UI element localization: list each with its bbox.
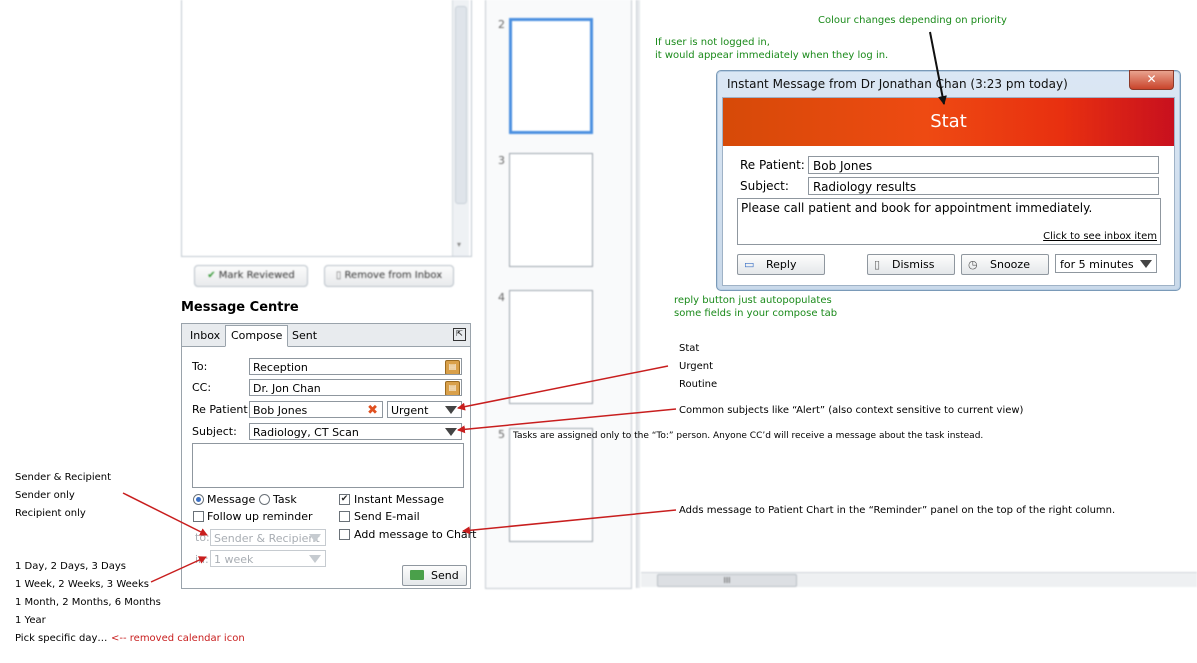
duration-option: 1 Week, 2 Weeks, 3 Weeks <box>15 579 149 590</box>
reply-note-1: reply button just autopopulates <box>674 295 832 306</box>
colour-note: Colour changes depending on priority <box>818 15 1007 26</box>
priority-option: Stat <box>679 343 700 354</box>
priority-option: Urgent <box>679 361 714 372</box>
priority-option: Routine <box>679 379 718 390</box>
arrow-to-subject <box>457 408 677 434</box>
recipient-option: Recipient only <box>15 508 86 519</box>
arrow-to-banner <box>929 31 947 105</box>
not-logged-in-note-1: If user is not logged in, <box>655 37 770 48</box>
arrow-to-remind-in <box>150 556 207 583</box>
duration-option: 1 Year <box>15 615 46 626</box>
not-logged-in-note-2: it would appear immediately when they lo… <box>655 50 889 61</box>
reply-note-2: some fields in your compose tab <box>674 308 838 319</box>
arrow-to-remind-to <box>122 492 208 536</box>
recipient-option: Sender only <box>15 490 75 501</box>
annotation-arrows <box>122 31 947 583</box>
duration-option: 1 Day, 2 Days, 3 Days <box>15 561 126 572</box>
tasks-note: Tasks are assigned only to the “To:” per… <box>513 431 984 441</box>
duration-option: Pick specific day… <box>15 633 108 644</box>
duration-option: 1 Month, 2 Months, 6 Months <box>15 597 161 608</box>
removed-calendar-note: <-- removed calendar icon <box>111 633 245 644</box>
arrow-to-add-to-chart <box>462 509 677 535</box>
chart-note: Adds message to Patient Chart in the “Re… <box>679 505 1116 516</box>
arrow-to-priority <box>457 365 669 411</box>
recipient-option: Sender & Recipient <box>15 472 112 483</box>
subjects-note: Common subjects like “Alert” (also conte… <box>679 405 1024 416</box>
